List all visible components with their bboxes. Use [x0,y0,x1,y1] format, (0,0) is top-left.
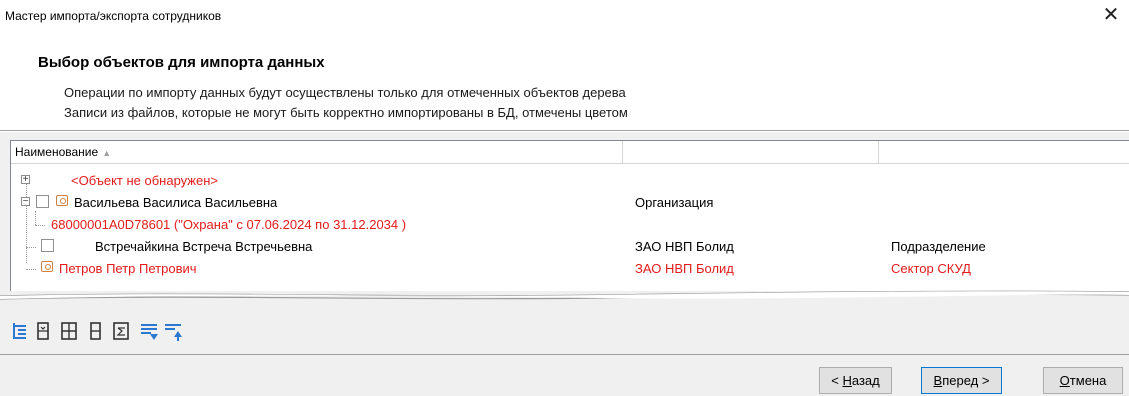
row-col2: Организация [635,195,714,210]
column-header-3[interactable] [879,141,1129,163]
tree-view-icon[interactable] [10,320,32,342]
move-down-icon[interactable] [138,320,160,342]
button-divider [0,354,1129,355]
title-bar: Мастер импорта/экспорта сотрудников ✕ [0,0,1129,34]
cancel-button[interactable]: Отмена [1043,367,1123,394]
collapse-all-icon[interactable] [32,320,54,342]
description-line-2: Записи из файлов, которые не могут быть … [64,105,628,120]
page-title: Выбор объектов для импорта данных [38,54,325,71]
next-button-hotkey: В [933,373,943,388]
column-header-name[interactable]: Наименование ▲ [11,141,623,163]
wizard-header: Выбор объектов для импорта данных Операц… [0,34,1129,130]
column-header-bar: Наименование ▲ [11,141,1129,164]
filter-sum-icon[interactable] [110,320,132,342]
expand-icon[interactable]: + [21,175,30,185]
row-name: <Объект не обнаружен> [71,173,219,188]
column-header-name-label: Наименование [15,145,99,159]
header-divider-highlight [0,131,1129,132]
cancel-button-hotkey: О [1059,373,1070,388]
column-header-2[interactable] [623,141,879,163]
back-button-prefix: < [831,373,843,388]
window-title: Мастер импорта/экспорта сотрудников [5,9,222,23]
row-col3: Сектор СКУД [891,261,971,276]
row-checkbox[interactable] [41,239,54,252]
row-name: 68000001A0D78601 ("Охрана" с 07.06.2024 … [51,217,407,232]
tree-row[interactable]: Встречайкина Встреча Встречьевна ЗАО НВП… [11,236,1129,258]
row-col3: Подразделение [891,239,986,254]
next-button[interactable]: Вперед > [921,367,1002,394]
sort-ascending-icon: ▲ [102,148,112,158]
move-up-icon[interactable] [162,320,184,342]
tree-row[interactable]: Петров Петр Петрович ЗАО НВП Болид Секто… [11,258,1129,280]
close-icon[interactable]: ✕ [1099,3,1123,27]
row-checkbox[interactable] [36,195,49,208]
tree-row[interactable]: 68000001A0D78601 ("Охрана" с 07.06.2024 … [11,214,1129,236]
row-col2: ЗАО НВП Болид [635,239,734,254]
tree-row[interactable]: + <Объект не обнаружен> [11,170,1129,192]
description-line-1: Операции по импорту данных будут осущест… [64,85,626,100]
next-button-label: перед [942,373,979,388]
object-tree[interactable]: Наименование ▲ + <Объект не обнаружен> − … [10,140,1129,291]
back-button[interactable]: < Назад [819,367,892,394]
row-name: Встречайкина Встреча Встречьевна [95,239,313,254]
row-name: Петров Петр Петрович [59,261,197,276]
row-name: Васильева Василиса Васильевна [74,195,278,210]
row-col2: ЗАО НВП Болид [635,261,734,276]
back-button-hotkey: Н [842,373,852,388]
torn-edge-divider [0,290,1129,300]
person-photo-icon [41,261,53,272]
collapse-icon[interactable]: − [21,197,30,207]
person-photo-icon [56,195,68,206]
column-icon[interactable] [84,320,106,342]
next-button-suffix: > [978,373,990,388]
expand-all-icon[interactable] [58,320,80,342]
tree-row[interactable]: − Васильева Василиса Васильевна Организа… [11,192,1129,214]
back-button-label: азад [851,373,880,388]
cancel-button-label: тмена [1069,373,1107,388]
